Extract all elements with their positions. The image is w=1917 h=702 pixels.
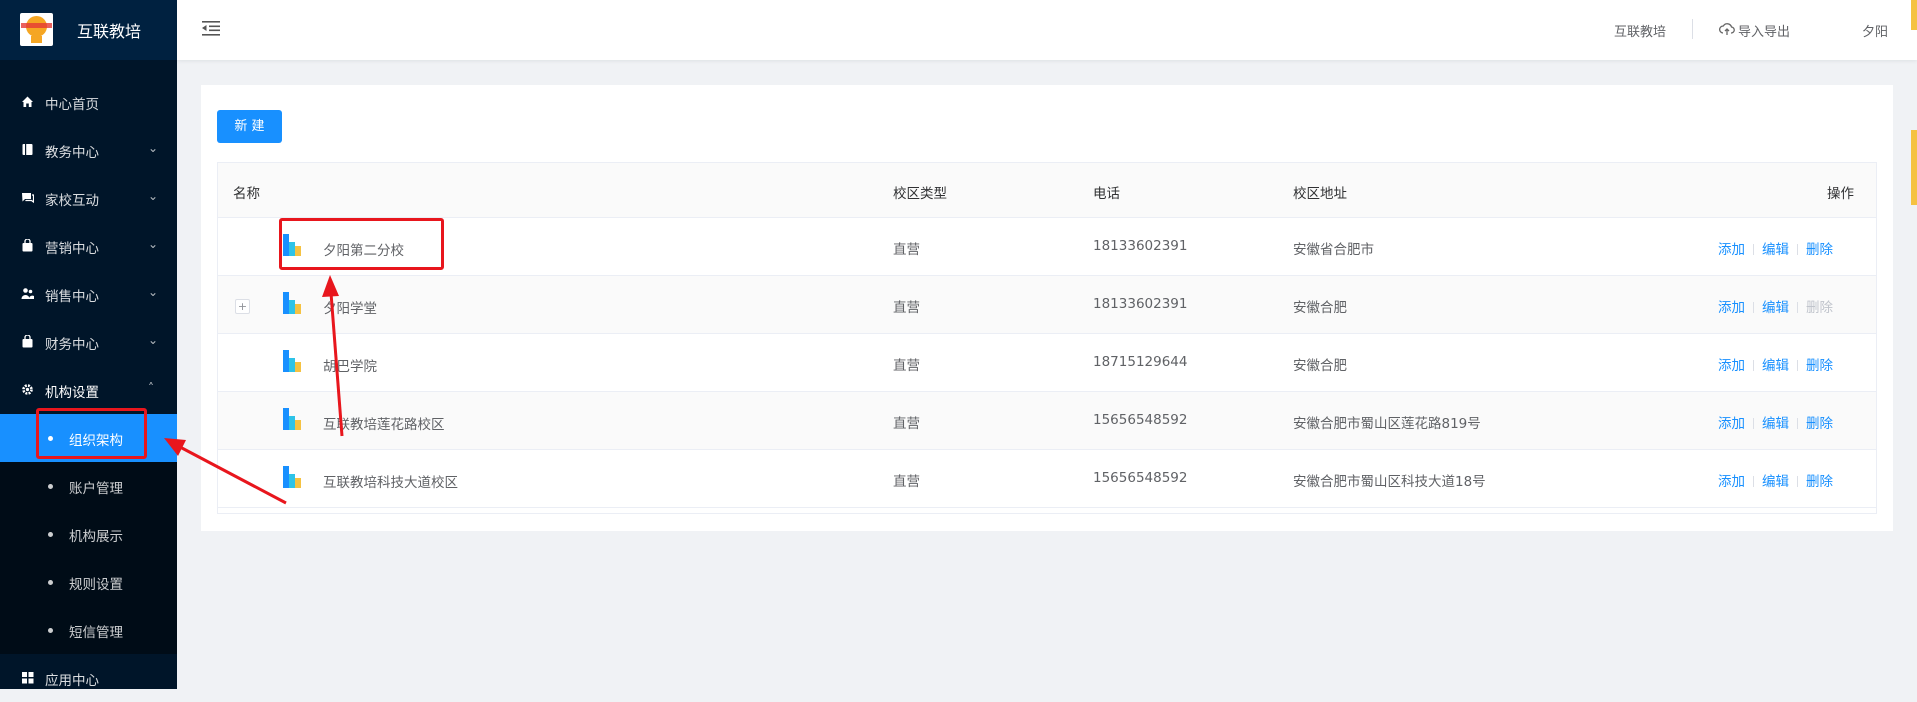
annotation-arrows — [164, 275, 344, 505]
arrow-up-line — [329, 292, 344, 437]
arrow-left-line — [179, 445, 287, 505]
arrow-up-head — [322, 275, 339, 297]
